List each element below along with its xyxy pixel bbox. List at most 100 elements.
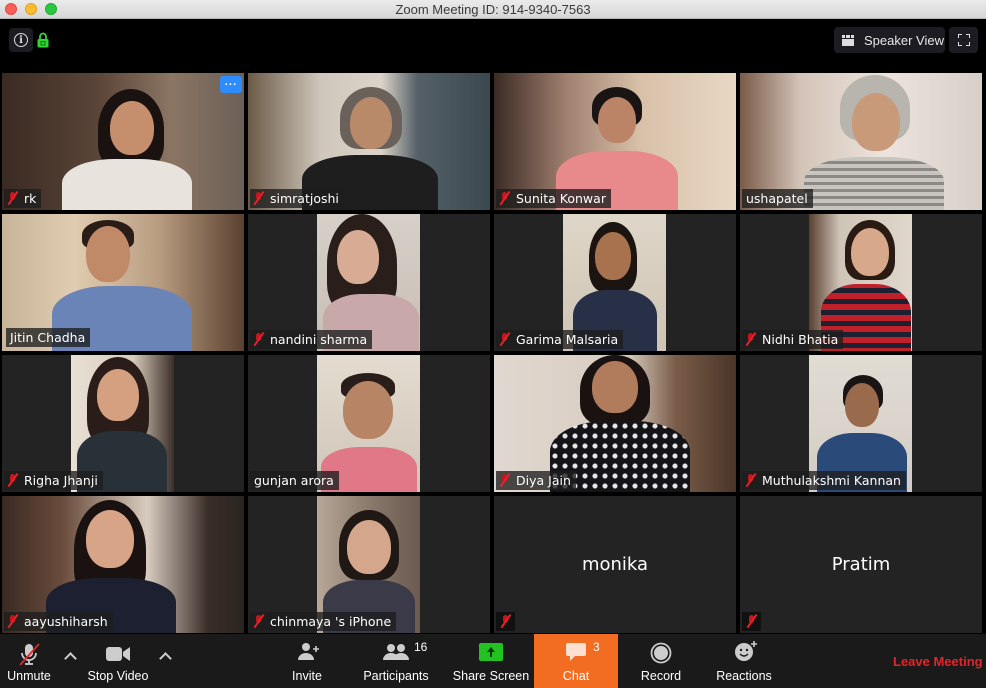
muted-mic-icon	[254, 615, 264, 628]
participant-tile[interactable]: ushapatel	[740, 73, 982, 210]
participant-name-tag: rk	[4, 189, 42, 208]
muted-mic-icon	[746, 333, 756, 346]
muted-mic-icon	[500, 333, 510, 346]
chat-unread-count: 3	[593, 640, 600, 654]
participant-name: monika	[581, 554, 649, 575]
participants-count: 16	[414, 640, 428, 654]
participant-name-tag: Sunita Konwar	[496, 189, 611, 208]
lock-icon[interactable]	[37, 32, 49, 48]
participant-name: Righa Jhanji	[24, 473, 98, 488]
speaker-view-button[interactable]: Speaker View	[834, 27, 945, 53]
more-options-button[interactable]: ···	[220, 76, 242, 93]
participant-name-tag: Nidhi Bhatia	[742, 330, 844, 349]
muted-mic-icon	[8, 615, 18, 628]
muted-mic-icon	[500, 474, 510, 487]
participant-name: chinmaya 's iPhone	[270, 614, 392, 629]
participant-name: Nidhi Bhatia	[762, 332, 839, 347]
record-button[interactable]: Record	[638, 634, 684, 688]
share-screen-icon	[479, 643, 503, 661]
participant-name-tag: simratjoshi	[250, 189, 344, 208]
participants-label: Participants	[363, 669, 429, 683]
chat-button[interactable]: 3 Chat	[534, 634, 618, 688]
muted-mic-icon	[254, 333, 264, 346]
window-titlebar: Zoom Meeting ID: 914-9340-7563	[0, 0, 986, 19]
participant-name: nandini sharma	[270, 332, 368, 347]
participant-name-tag: Righa Jhanji	[4, 471, 103, 490]
muted-mic-icon	[8, 192, 18, 205]
participant-name: aayushiharsh	[24, 614, 108, 629]
participant-name-tag: aayushiharsh	[4, 612, 113, 631]
chat-label: Chat	[562, 669, 590, 683]
stop-video-button[interactable]: Stop Video	[86, 634, 150, 688]
participant-tile[interactable]: Sunita Konwar	[494, 73, 736, 210]
participant-name: simratjoshi	[270, 191, 339, 206]
video-camera-icon	[106, 647, 130, 661]
stop-video-label: Stop Video	[87, 669, 149, 683]
video-gallery: ··· rk simratjoshi Sunita Konwar ushapat…	[2, 73, 982, 633]
participant-name: Muthulakshmi Kannan	[762, 473, 901, 488]
chat-bubble-icon	[566, 643, 586, 661]
participant-name-tag: chinmaya 's iPhone	[250, 612, 397, 631]
participant-name-tag: Diya Jain	[496, 471, 576, 490]
participant-tile-no-video[interactable]: Pratim	[740, 496, 982, 633]
info-icon: i	[14, 33, 28, 47]
participant-tile[interactable]: simratjoshi	[248, 73, 490, 210]
participant-name-tag: Garima Malsaria	[496, 330, 624, 349]
participant-tile[interactable]: nandini sharma	[248, 214, 490, 351]
reactions-button[interactable]: Reactions	[714, 634, 774, 688]
participant-name-tag: gunjan arora	[250, 471, 339, 490]
participant-name: Diya Jain	[516, 473, 571, 488]
meeting-toolbar: Unmute Stop Video Invite 16 Participants	[0, 634, 986, 688]
participant-tile[interactable]: chinmaya 's iPhone	[248, 496, 490, 633]
participant-tile-no-video[interactable]: monika	[494, 496, 736, 633]
muted-mic-icon	[254, 192, 264, 205]
muted-mic-icon	[8, 474, 18, 487]
participant-name-tag: nandini sharma	[250, 330, 373, 349]
record-icon	[650, 642, 672, 664]
fullscreen-icon	[957, 34, 970, 46]
participants-button[interactable]: 16 Participants	[358, 634, 434, 688]
participant-name: Jitin Chadha	[10, 330, 86, 345]
participant-name: Garima Malsaria	[516, 332, 619, 347]
participant-tile[interactable]: Garima Malsaria	[494, 214, 736, 351]
reactions-label: Reactions	[716, 669, 772, 683]
leave-meeting-button[interactable]: Leave Meeting	[893, 654, 983, 669]
participant-name-tag: Muthulakshmi Kannan	[742, 471, 906, 490]
participant-name-tag: Jitin Chadha	[6, 328, 91, 347]
participant-name: gunjan arora	[254, 473, 334, 488]
share-screen-label: Share Screen	[452, 669, 530, 683]
emoji-reaction-icon	[735, 641, 757, 661]
participant-name-tag: ushapatel	[742, 189, 813, 208]
muted-mic-icon	[747, 615, 757, 628]
muted-mic-icon	[746, 474, 756, 487]
fullscreen-button[interactable]	[949, 27, 978, 53]
participant-name: Sunita Konwar	[516, 191, 606, 206]
video-options-caret[interactable]	[159, 652, 172, 665]
record-label: Record	[640, 669, 682, 683]
participant-tile[interactable]: Righa Jhanji	[2, 355, 244, 492]
invite-button[interactable]: Invite	[285, 634, 329, 688]
participant-tile[interactable]: aayushiharsh	[2, 496, 244, 633]
muted-mic-icon	[501, 615, 511, 628]
participant-name: Pratim	[831, 554, 891, 575]
muted-microphone-icon	[19, 643, 40, 666]
participant-tile[interactable]: gunjan arora	[248, 355, 490, 492]
add-person-icon	[298, 643, 319, 660]
invite-label: Invite	[292, 669, 322, 683]
participant-name: ushapatel	[746, 191, 808, 206]
meeting-info-button[interactable]: i	[9, 28, 33, 52]
muted-indicator	[496, 612, 515, 631]
view-grid-icon	[842, 34, 854, 46]
window-title: Zoom Meeting ID: 914-9340-7563	[395, 2, 591, 17]
audio-options-caret[interactable]	[64, 652, 77, 665]
participants-icon	[383, 644, 409, 660]
participant-tile-active-speaker[interactable]: Jitin Chadha	[2, 214, 244, 351]
participant-tile[interactable]: Nidhi Bhatia	[740, 214, 982, 351]
participant-tile[interactable]: Muthulakshmi Kannan	[740, 355, 982, 492]
participant-tile[interactable]: ··· rk	[2, 73, 244, 210]
participant-tile[interactable]: Diya Jain	[494, 355, 736, 492]
unmute-button[interactable]: Unmute	[0, 634, 58, 688]
share-screen-button[interactable]: Share Screen	[452, 634, 530, 688]
unmute-label: Unmute	[7, 669, 51, 683]
muted-indicator	[742, 612, 761, 631]
